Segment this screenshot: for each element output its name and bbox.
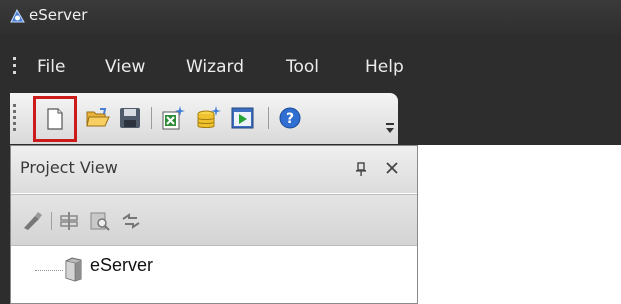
- menu-help[interactable]: Help: [365, 56, 404, 78]
- menu-bar: File View Wizard Tool Help: [0, 44, 621, 90]
- new-document-icon: [47, 108, 63, 130]
- layout-icon[interactable]: [58, 210, 80, 232]
- tree-item-eserver[interactable]: eServer: [90, 255, 153, 276]
- project-tree: eServer: [11, 248, 417, 303]
- menu-file[interactable]: File: [37, 56, 65, 78]
- save-button[interactable]: [116, 104, 144, 132]
- project-view-panel: Project View eServer: [10, 145, 418, 304]
- run-button[interactable]: [229, 104, 257, 132]
- disconnect-icon[interactable]: [21, 210, 43, 232]
- tree-connector: [35, 270, 63, 271]
- refresh-link-icon[interactable]: [120, 210, 142, 232]
- run-icon: [231, 107, 254, 129]
- project-view-toolbar: [11, 194, 417, 246]
- toolbar-separator: [151, 107, 152, 129]
- tool-separator: [51, 212, 52, 230]
- help-button[interactable]: ?: [276, 104, 304, 132]
- menu-wizard[interactable]: Wizard: [186, 56, 244, 78]
- toolbar-overflow-icon[interactable]: [386, 123, 394, 135]
- toolbar-separator: [268, 107, 269, 129]
- document-workspace: [418, 145, 621, 304]
- menu-grip-handle[interactable]: [13, 57, 17, 77]
- new-database-button[interactable]: [194, 104, 222, 132]
- help-icon: ?: [279, 107, 301, 129]
- new-button[interactable]: [33, 96, 77, 142]
- window-title: eServer: [29, 6, 88, 24]
- menu-view[interactable]: View: [105, 56, 145, 78]
- panel-header: Project View: [11, 146, 417, 193]
- close-icon[interactable]: [384, 160, 400, 176]
- panel-title: Project View: [20, 158, 118, 177]
- server-icon: [65, 257, 82, 282]
- main-toolbar: ?: [10, 93, 398, 144]
- pin-icon[interactable]: [355, 162, 367, 176]
- menu-tool[interactable]: Tool: [286, 56, 319, 78]
- new-database-icon: [197, 106, 221, 128]
- new-excel-icon: [162, 106, 185, 130]
- svg-text:?: ?: [286, 111, 294, 127]
- toolbar-area-background: [398, 93, 621, 145]
- save-icon: [120, 108, 140, 128]
- open-folder-icon: [86, 108, 110, 127]
- title-bar: eServer: [0, 0, 621, 34]
- search-icon[interactable]: [89, 210, 111, 232]
- new-excel-button[interactable]: [159, 104, 187, 132]
- toolbar-grip-handle[interactable]: [13, 104, 17, 132]
- eserver-app-icon: [10, 8, 25, 23]
- open-button[interactable]: [84, 104, 112, 132]
